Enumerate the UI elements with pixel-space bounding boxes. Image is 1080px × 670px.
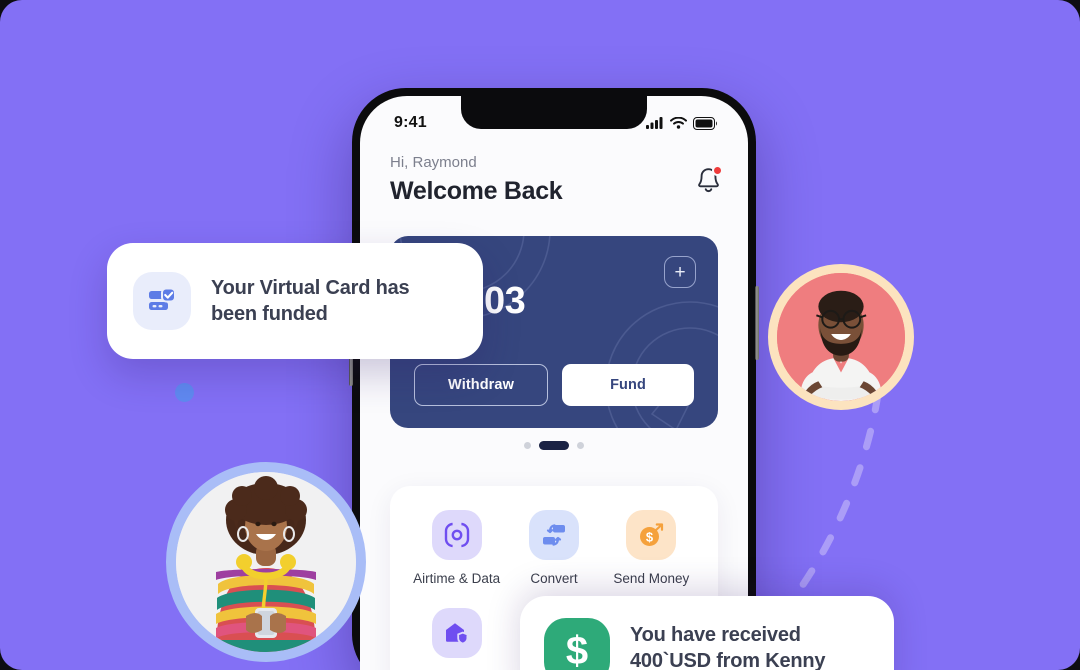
toast-message: You have received 400`USD from Kenny [630, 624, 826, 670]
wifi-icon [670, 117, 687, 129]
page-title: Welcome Back [390, 177, 563, 205]
quick-action-label: Convert [530, 571, 578, 586]
quick-action-airtime-data[interactable]: Airtime & Data [408, 510, 505, 586]
battery-icon [693, 116, 717, 130]
dashed-connector-icon [798, 390, 882, 590]
signal-bars-icon [646, 117, 663, 129]
decorative-dot [175, 383, 194, 402]
status-time: 9:41 [394, 114, 427, 131]
pager-dot-1[interactable] [524, 442, 531, 449]
notification-badge [712, 165, 723, 176]
avatar-photo [176, 472, 356, 652]
credit-card-check-icon [133, 272, 191, 330]
avatar-photo [777, 273, 905, 401]
dollar-sign-icon: $ [544, 618, 610, 670]
power-button[interactable] [755, 286, 759, 360]
plus-icon[interactable]: + [664, 256, 696, 288]
phone-screen: 9:41 Hi, Raymond Welcome Back + Withdraw… [360, 96, 748, 670]
pager-dot-2[interactable] [539, 441, 569, 450]
convert-icon [528, 510, 579, 560]
status-bar: 9:41 [360, 96, 748, 142]
pager-dot-3[interactable] [577, 442, 584, 449]
toast-virtual-card[interactable]: Your Virtual Card has been funded [107, 243, 483, 359]
carousel-pager[interactable] [360, 441, 748, 450]
fund-button[interactable]: Fund [562, 364, 694, 406]
toast-message: Your Virtual Card has been funded [211, 276, 410, 325]
avatar-user-left[interactable] [166, 462, 366, 662]
header: Hi, Raymond Welcome Back [390, 154, 723, 206]
canvas: 9:41 Hi, Raymond Welcome Back + Withdraw… [0, 0, 1080, 670]
quick-action-convert[interactable]: Convert [505, 510, 602, 586]
airtime-data-icon [431, 510, 482, 560]
greeting-text: Hi, Raymond [390, 154, 477, 171]
quick-action-send-money[interactable]: $ Send Money [603, 510, 700, 586]
quick-action-label: Send Money [613, 571, 690, 586]
quick-action-label: Airtime & Data [413, 571, 501, 586]
withdraw-button[interactable]: Withdraw [414, 364, 548, 406]
quick-action-home-shield[interactable] [408, 608, 505, 669]
send-money-icon: $ [626, 510, 677, 560]
phone-mockup: 9:41 Hi, Raymond Welcome Back + Withdraw… [349, 88, 759, 670]
avatar-user-right[interactable] [768, 264, 914, 410]
toast-money-received[interactable]: $ You have received 400`USD from Kenny [520, 596, 894, 670]
svg-text:$: $ [646, 529, 654, 544]
notification-button[interactable] [695, 165, 723, 200]
home-shield-icon [431, 608, 482, 658]
